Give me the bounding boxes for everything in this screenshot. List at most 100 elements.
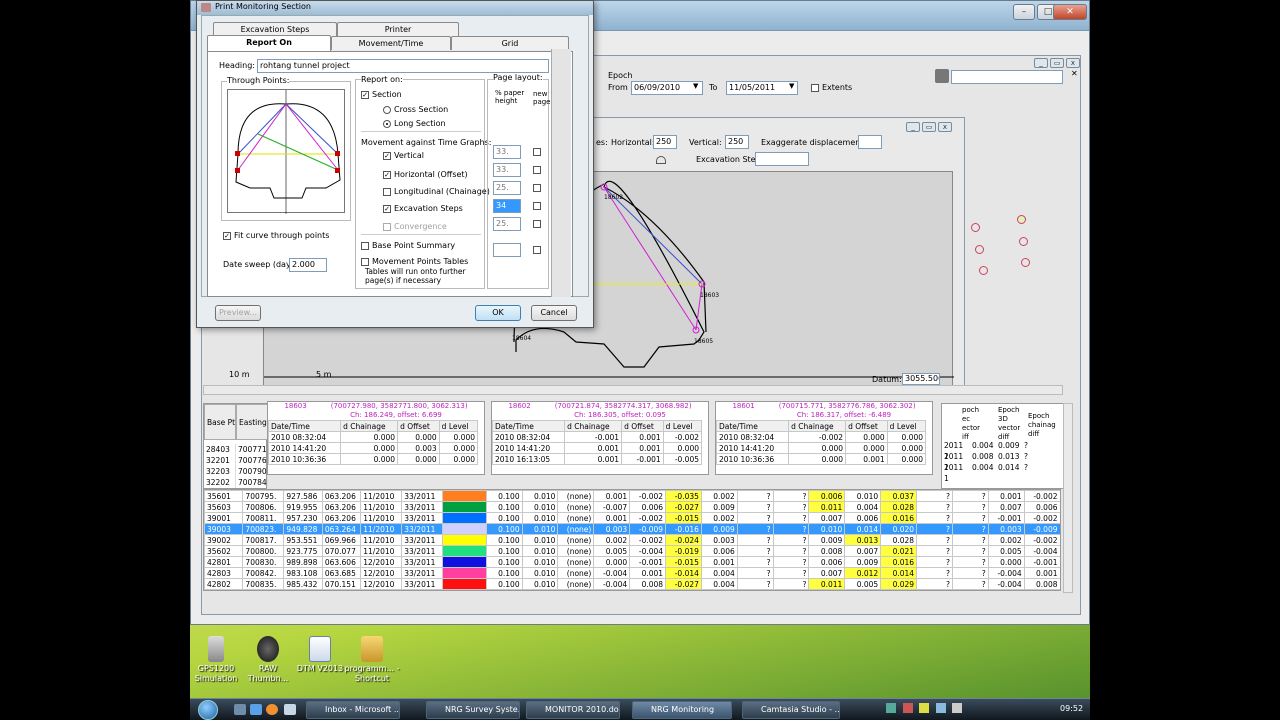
- volume-icon[interactable]: [952, 703, 963, 713]
- data-row[interactable]: 39001 700811. 957.230 063.206 11/2010 33/2011…: [204, 512, 1060, 524]
- desktop-icon-raw-thumbnail[interactable]: RAW Thumbn...: [238, 636, 298, 684]
- child-restore-button[interactable]: ▭: [1050, 58, 1064, 68]
- section-checkbox[interactable]: ✓ Section: [361, 90, 402, 99]
- cross-section-radio[interactable]: Cross Section: [383, 105, 448, 114]
- col-header-easting[interactable]: Easting: [236, 404, 268, 440]
- tab-movement-time[interactable]: Movement/Time: [331, 36, 451, 50]
- minimize-button[interactable]: –: [1013, 4, 1035, 20]
- desktop-icon-gps1200[interactable]: GPS1200 Simulation: [186, 636, 246, 684]
- data-row[interactable]: 35601 700795. 927.586 063.206 11/2010 33/2011…: [204, 490, 1060, 502]
- vertical-checkbox[interactable]: ✓ Vertical: [383, 151, 424, 160]
- child-minimize-button[interactable]: _: [1034, 58, 1048, 68]
- epoch-row[interactable]: 2011 1 0.004 0.009?: [942, 440, 1048, 461]
- excavation-steps-checkbox[interactable]: ✓ Excavation Steps: [383, 204, 463, 213]
- excavation-step-combo[interactable]: [755, 152, 809, 166]
- extents-checkbox[interactable]: Extents: [811, 83, 852, 92]
- tray-icon-3[interactable]: [919, 703, 930, 713]
- epoch-row[interactable]: 2011 1 0.004 0.014?: [942, 462, 1048, 483]
- vertical-scrollbar[interactable]: [1063, 403, 1073, 593]
- section-close-button[interactable]: x: [938, 122, 952, 132]
- tab-grid[interactable]: Grid: [451, 36, 569, 50]
- movement-points-tables-checkbox[interactable]: Movement Points Tables: [361, 257, 468, 266]
- section-minimize-button[interactable]: _: [906, 122, 920, 132]
- panel-col-header[interactable]: d Offset: [397, 420, 440, 432]
- point-table-row[interactable]: 2010 16:13:05 0.001 -0.001 -0.005: [491, 453, 703, 465]
- tunnel-shape-icon[interactable]: [656, 156, 666, 164]
- point-table-row[interactable]: 2010 10:36:36 0.000 0.001 0.000: [715, 453, 927, 465]
- panel-col-header[interactable]: Date/Time: [715, 420, 790, 432]
- show-desktop-icon[interactable]: [234, 704, 246, 715]
- data-row[interactable]: 39002 700817. 953.551 069.966 11/2010 33/2011…: [204, 534, 1060, 546]
- pct-height-field[interactable]: 33.: [493, 145, 521, 159]
- panel-col-header[interactable]: d Level: [438, 420, 479, 432]
- data-row[interactable]: 35603 700806. 919.955 063.206 11/2010 33/2011…: [204, 501, 1060, 513]
- search-combo[interactable]: [951, 70, 1063, 84]
- child-close-button[interactable]: x: [1066, 58, 1080, 68]
- ok-button[interactable]: OK: [475, 305, 521, 321]
- epoch-row[interactable]: 2011 1 0.008 0.013?: [942, 451, 1048, 472]
- epoch-chainage-header[interactable]: Epoch chainag diff: [1028, 412, 1058, 439]
- pct-height-field[interactable]: 34: [493, 199, 521, 213]
- tab-excavation-steps[interactable]: Excavation Steps: [213, 22, 337, 36]
- taskbar-item-monitor-doc[interactable]: MONITOR 2010.do...: [526, 701, 620, 719]
- panel-col-header[interactable]: Date/Time: [267, 420, 342, 432]
- firefox-icon[interactable]: [266, 704, 278, 715]
- cancel-button[interactable]: Cancel: [531, 305, 577, 321]
- desktop-icon-programm-shortcut[interactable]: programm... - Shortcut: [342, 636, 402, 684]
- data-row[interactable]: 39003 700823. 949.828 063.264 11/2010 33/2011…: [204, 523, 1060, 535]
- base-point-summary-checkbox[interactable]: Base Point Summary: [361, 241, 455, 250]
- close-button[interactable]: ✕: [1053, 4, 1087, 20]
- new-page-check-icon[interactable]: [533, 246, 541, 254]
- new-page-check-icon[interactable]: [533, 166, 541, 174]
- pct-height-field[interactable]: [493, 243, 521, 257]
- vertical-scale-field[interactable]: 250: [725, 135, 749, 149]
- panel-col-header[interactable]: d Chainage: [564, 420, 623, 432]
- marker-icon-2[interactable]: [1017, 215, 1026, 224]
- exaggerate-field[interactable]: [858, 135, 882, 149]
- panel-col-header[interactable]: d Offset: [845, 420, 888, 432]
- fit-curve-checkbox[interactable]: ✓ Fit curve through points: [223, 231, 329, 240]
- to-date-field[interactable]: 11/05/2011: [726, 81, 798, 95]
- quicklaunch-icon[interactable]: [284, 704, 296, 715]
- point-table-row[interactable]: 2010 08:32:04 0.000 0.000 0.000: [267, 431, 479, 443]
- panel-col-header[interactable]: d Offset: [621, 420, 664, 432]
- network-icon[interactable]: [935, 703, 946, 713]
- panel-col-header[interactable]: d Level: [886, 420, 927, 432]
- panel-col-header[interactable]: d Level: [662, 420, 703, 432]
- new-page-check-icon[interactable]: [533, 220, 541, 228]
- section-restore-button[interactable]: ▭: [922, 122, 936, 132]
- horizontal-offset-checkbox[interactable]: ✓ Horizontal (Offset): [383, 170, 468, 179]
- new-page-check-icon[interactable]: [533, 184, 541, 192]
- point-table-row[interactable]: 2010 08:32:04 -0.002 0.000 0.000: [715, 431, 927, 443]
- pct-height-field[interactable]: 33.: [493, 163, 521, 177]
- left-table-row[interactable]: 32202 700784: [204, 477, 268, 488]
- epoch-3d-vector-header[interactable]: Epoch 3D vector diff: [998, 406, 1026, 442]
- taskbar-item-camtasia[interactable]: Camtasia Studio - ...: [742, 701, 840, 719]
- data-row[interactable]: 42802 700835. 985.432 070.151 12/2010 33/2011…: [204, 578, 1060, 590]
- panel-col-header[interactable]: Date/Time: [491, 420, 566, 432]
- tab-printer[interactable]: Printer: [337, 22, 459, 36]
- data-grid[interactable]: 35601 700795. 927.586 063.206 11/2010 33/2011…: [203, 489, 1061, 591]
- tray-icon-2[interactable]: [902, 703, 913, 713]
- clock[interactable]: 09:52: [1060, 704, 1083, 713]
- pct-height-field[interactable]: 25.: [493, 217, 521, 231]
- tab-report-on[interactable]: Report On: [207, 35, 331, 51]
- switch-windows-icon[interactable]: [250, 704, 262, 715]
- taskbar-item-nrg-survey[interactable]: NRG Survey Syste...: [426, 701, 520, 719]
- pct-height-field[interactable]: 25.: [493, 181, 521, 195]
- taskbar-item-inbox[interactable]: Inbox - Microsoft ...: [306, 701, 400, 719]
- marker-icon-6[interactable]: [1021, 258, 1030, 267]
- left-table-row[interactable]: 32201 700776: [204, 455, 268, 466]
- marker-icon-3[interactable]: [975, 245, 984, 254]
- convergence-checkbox[interactable]: Convergence: [383, 222, 447, 231]
- heading-field[interactable]: rohtang tunnel project: [257, 59, 549, 73]
- new-page-check-icon[interactable]: [533, 202, 541, 210]
- point-table-row[interactable]: 2010 08:32:04 -0.001 0.001 -0.002: [491, 431, 703, 443]
- date-sweep-field[interactable]: 2.000: [289, 258, 327, 272]
- marker-icon-4[interactable]: [1019, 237, 1028, 246]
- point-table-row[interactable]: 2010 14:41:20 0.000 0.003 0.000: [267, 442, 479, 454]
- data-row[interactable]: 35602 700800. 923.775 070.077 11/2010 33/2011…: [204, 545, 1060, 557]
- col-header-base-pt[interactable]: Base Pt: [204, 404, 236, 440]
- new-page-check-icon[interactable]: [533, 148, 541, 156]
- longitudinal-checkbox[interactable]: Longitudinal (Chainage): [383, 187, 490, 196]
